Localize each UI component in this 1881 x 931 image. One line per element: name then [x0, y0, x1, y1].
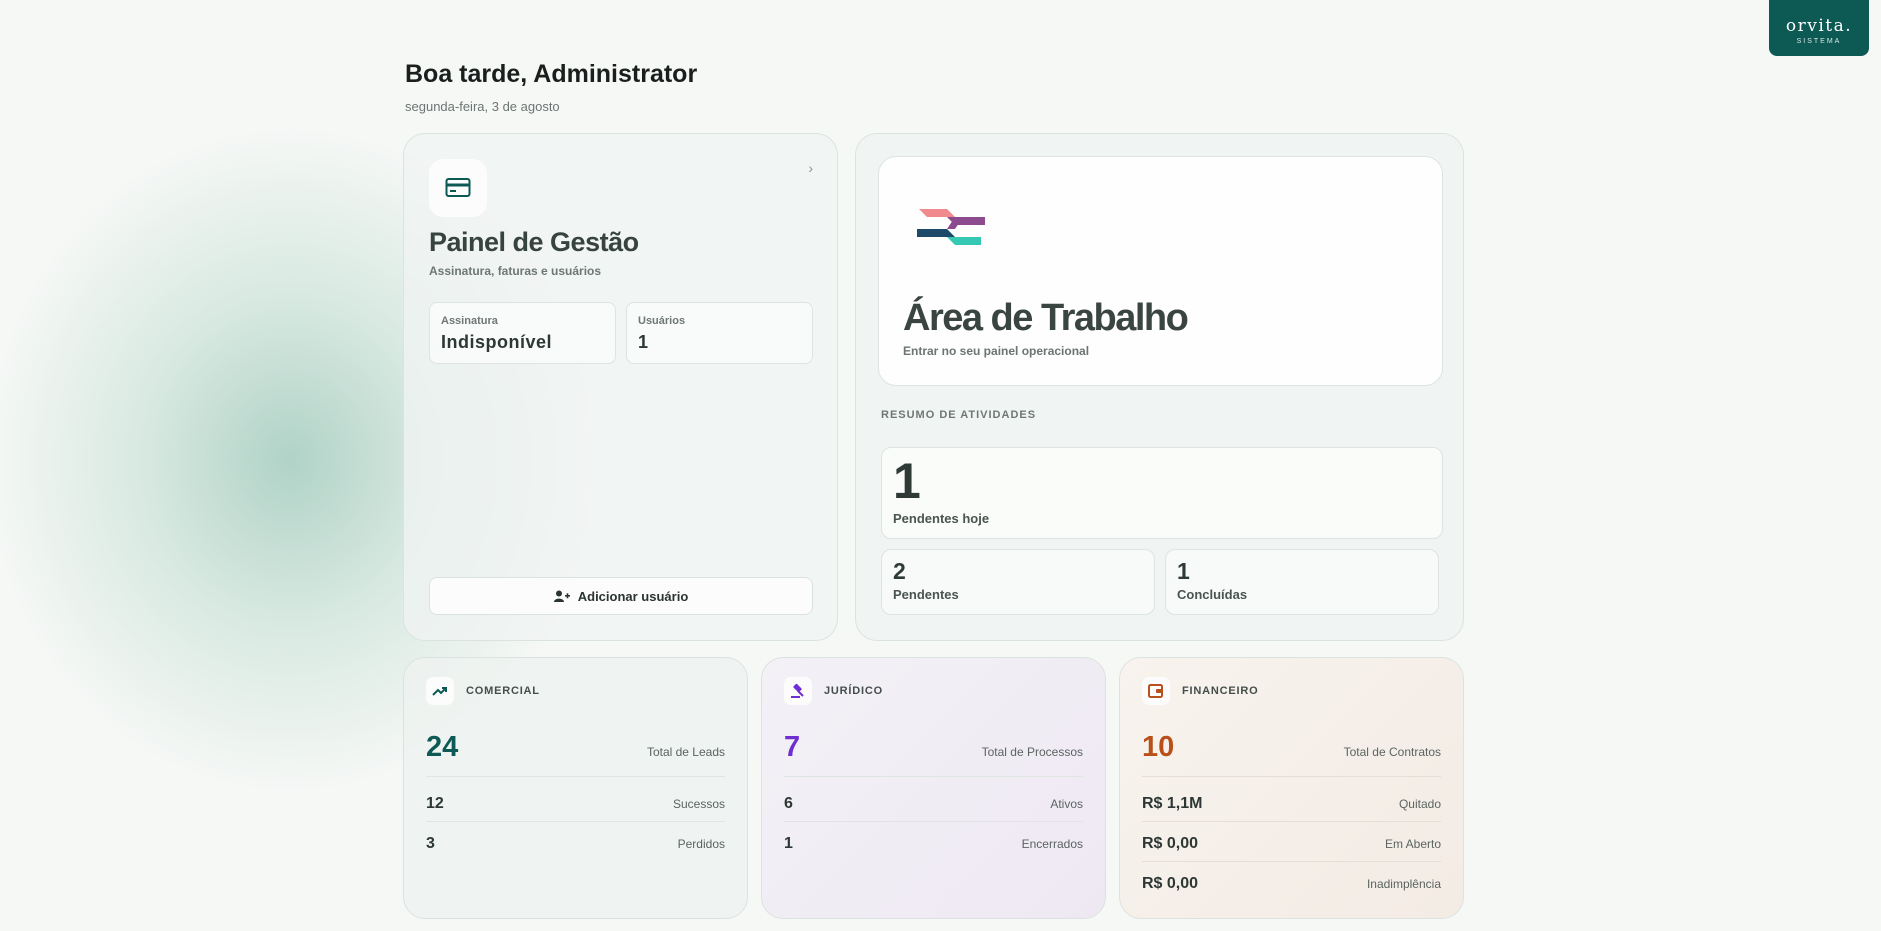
- subscription-label: Assinatura: [441, 315, 498, 327]
- commercial-card[interactable]: COMERCIAL 24 Total de Leads 12 Sucessos …: [403, 657, 748, 919]
- user-plus-icon: [553, 590, 570, 602]
- commercial-total-label: Total de Leads: [646, 745, 725, 759]
- pending-today-label: Pendentes hoje: [893, 511, 990, 526]
- legal-closed-value: 1: [784, 835, 793, 852]
- subscription-stat: Assinatura Indisponível: [429, 302, 616, 364]
- financial-title: FINANCEIRO: [1182, 685, 1259, 697]
- add-user-button[interactable]: Adicionar usuário: [429, 577, 813, 615]
- users-stat: Usuários 1: [626, 302, 813, 364]
- commercial-success-row: 12 Sucessos: [426, 795, 725, 822]
- commercial-lost-label: Perdidos: [677, 837, 725, 851]
- commercial-lost-row: 3 Perdidos: [426, 835, 725, 853]
- users-value: 1: [638, 332, 649, 352]
- legal-active-value: 6: [784, 795, 793, 812]
- commercial-success-label: Sucessos: [672, 797, 725, 811]
- legal-card[interactable]: JURÍDICO 7 Total de Processos 6 Ativos 1…: [761, 657, 1106, 919]
- workspace-entry[interactable]: Área de Trabalho Entrar no seu painel op…: [878, 156, 1443, 386]
- completed-label: Concluídas: [1177, 587, 1248, 603]
- completed-count: 1: [1177, 558, 1190, 584]
- workspace-subtitle: Entrar no seu painel operacional: [903, 344, 1090, 358]
- commercial-total-row: 24 Total de Leads: [426, 731, 725, 777]
- add-user-label: Adicionar usuário: [577, 588, 689, 604]
- completed-stat[interactable]: 1 Concluídas: [1165, 549, 1439, 615]
- legal-total-row: 7 Total de Processos: [784, 731, 1083, 777]
- trending-up-icon: [426, 677, 454, 705]
- commercial-success-value: 12: [426, 795, 444, 812]
- legal-active-row: 6 Ativos: [784, 795, 1083, 822]
- management-subtitle: Assinatura, faturas e usuários: [429, 264, 602, 278]
- legal-closed-label: Encerrados: [1021, 837, 1083, 851]
- wallet-icon: [1142, 677, 1170, 705]
- financial-open-label: Em Aberto: [1384, 837, 1441, 851]
- subscription-value: Indisponível: [441, 332, 553, 352]
- pending-today-count: 1: [893, 453, 921, 509]
- pending-count: 2: [893, 558, 906, 584]
- financial-default-value: R$ 0,00: [1142, 875, 1199, 892]
- financial-card[interactable]: FINANCEIRO 10 Total de Contratos R$ 1,1M…: [1119, 657, 1464, 919]
- pending-stat[interactable]: 2 Pendentes: [881, 549, 1155, 615]
- credit-card-icon: [429, 159, 487, 217]
- legal-total-label: Total de Processos: [981, 745, 1083, 759]
- current-date: segunda-feira, 3 de agosto: [405, 99, 560, 114]
- legal-closed-row: 1 Encerrados: [784, 835, 1083, 853]
- management-title: Painel de Gestão: [429, 227, 639, 257]
- users-label: Usuários: [638, 315, 686, 327]
- brand-subtitle: SISTEMA: [1796, 38, 1842, 45]
- commercial-lost-value: 3: [426, 835, 435, 852]
- financial-default-label: Inadimplência: [1366, 877, 1441, 891]
- page-title: Boa tarde, Administrator: [405, 60, 698, 88]
- financial-open-value: R$ 0,00: [1142, 835, 1199, 852]
- financial-paid-row: R$ 1,1M Quitado: [1142, 795, 1441, 822]
- activity-summary-label: RESUMO DE ATIVIDADES: [881, 409, 1037, 421]
- financial-total: 10: [1142, 731, 1175, 763]
- workspace-card: Área de Trabalho Entrar no seu painel op…: [855, 133, 1464, 641]
- workspace-title: Área de Trabalho: [903, 297, 1189, 339]
- financial-paid-label: Quitado: [1398, 797, 1441, 811]
- commercial-total: 24: [426, 731, 459, 763]
- legal-title: JURÍDICO: [824, 685, 883, 697]
- pending-label: Pendentes: [893, 587, 959, 603]
- brand-name: orvita.: [1785, 16, 1853, 36]
- legal-active-label: Ativos: [1050, 797, 1083, 811]
- chevron-right-icon[interactable]: ›: [808, 160, 813, 176]
- financial-total-label: Total de Contratos: [1343, 745, 1441, 759]
- management-panel-card[interactable]: › Painel de Gestão Assinatura, faturas e…: [403, 133, 838, 641]
- legal-total: 7: [784, 731, 801, 763]
- greeting-header: Boa tarde, Administrator segunda-feira, …: [405, 60, 697, 114]
- gavel-icon: [784, 677, 812, 705]
- financial-default-row: R$ 0,00 Inadimplência: [1142, 875, 1441, 893]
- workspace-logo-icon: [917, 209, 985, 245]
- financial-open-row: R$ 0,00 Em Aberto: [1142, 835, 1441, 862]
- brand-logo[interactable]: orvita. SISTEMA: [1769, 0, 1869, 56]
- financial-paid-value: R$ 1,1M: [1142, 795, 1203, 812]
- financial-total-row: 10 Total de Contratos: [1142, 731, 1441, 777]
- pending-today-stat[interactable]: 1 Pendentes hoje: [881, 447, 1443, 539]
- commercial-title: COMERCIAL: [466, 685, 540, 697]
